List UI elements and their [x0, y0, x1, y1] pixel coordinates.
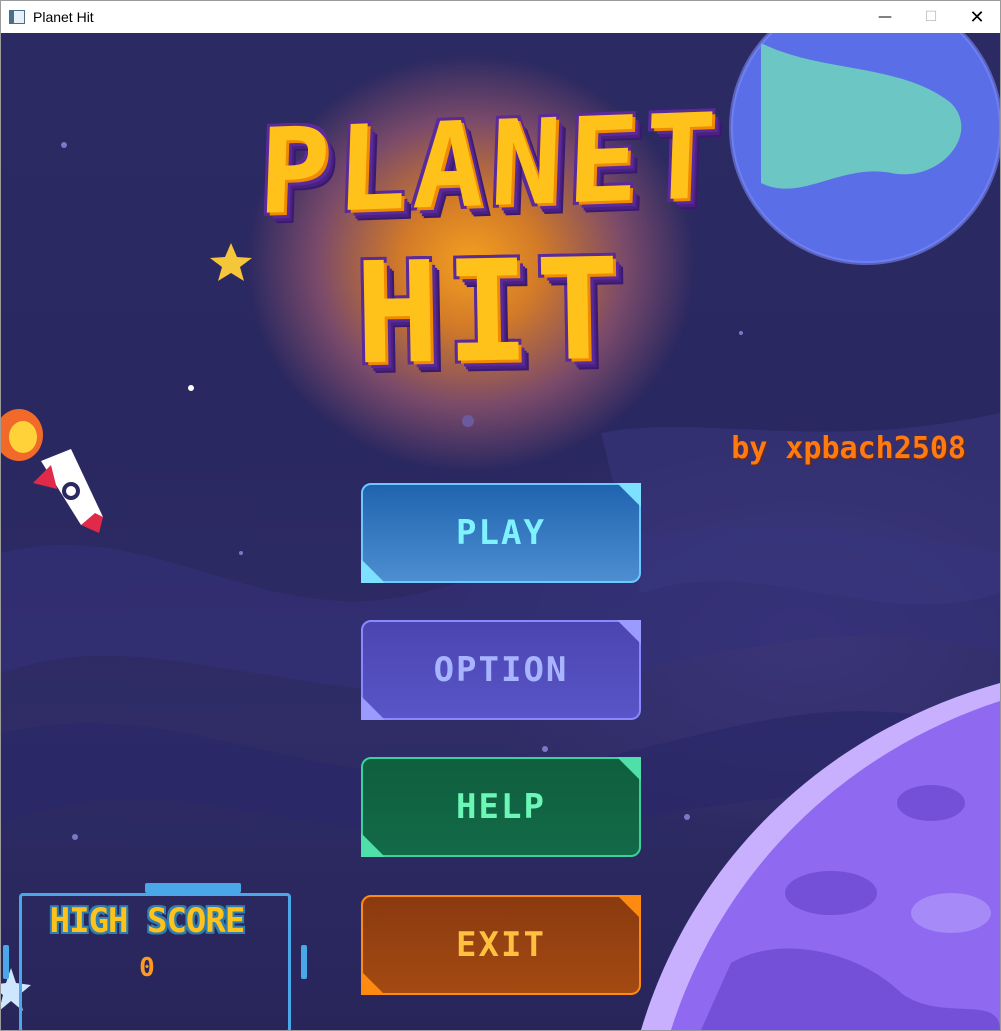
window-titlebar[interactable]: Planet Hit — ☐ ✕ [1, 1, 1000, 33]
maximize-button[interactable]: ☐ [908, 1, 954, 33]
minimize-button[interactable]: — [862, 1, 908, 33]
author-credit: by xpbach2508 [731, 431, 966, 466]
close-button[interactable]: ✕ [954, 1, 1000, 33]
game-canvas: PLANET HIT by xpbach2508 PLAY OPTION HEL… [1, 33, 1000, 1030]
play-button[interactable]: PLAY [361, 483, 641, 583]
game-window: Planet Hit — ☐ ✕ PLANET HIT by xpbach250… [0, 0, 1001, 1031]
score-panel-tick-right [301, 945, 307, 979]
exit-button[interactable]: EXIT [361, 895, 641, 995]
window-title: Planet Hit [33, 9, 94, 25]
high-score-value: 0 [139, 953, 155, 983]
game-title-line2: HIT [353, 228, 628, 397]
app-icon [9, 10, 25, 24]
play-label: PLAY [456, 513, 546, 553]
maximize-icon: ☐ [924, 9, 938, 25]
score-panel-tab [145, 883, 241, 893]
help-label: HELP [456, 787, 546, 827]
rocket-icon [1, 409, 103, 533]
exit-label: EXIT [456, 925, 546, 965]
option-label: OPTION [433, 650, 569, 690]
score-panel-tick-left [3, 945, 9, 979]
help-button[interactable]: HELP [361, 757, 641, 857]
close-icon: ✕ [969, 6, 985, 28]
high-score-label: HIGH SCORE [49, 901, 246, 941]
option-button[interactable]: OPTION [361, 620, 641, 720]
minimize-icon: — [878, 9, 892, 25]
